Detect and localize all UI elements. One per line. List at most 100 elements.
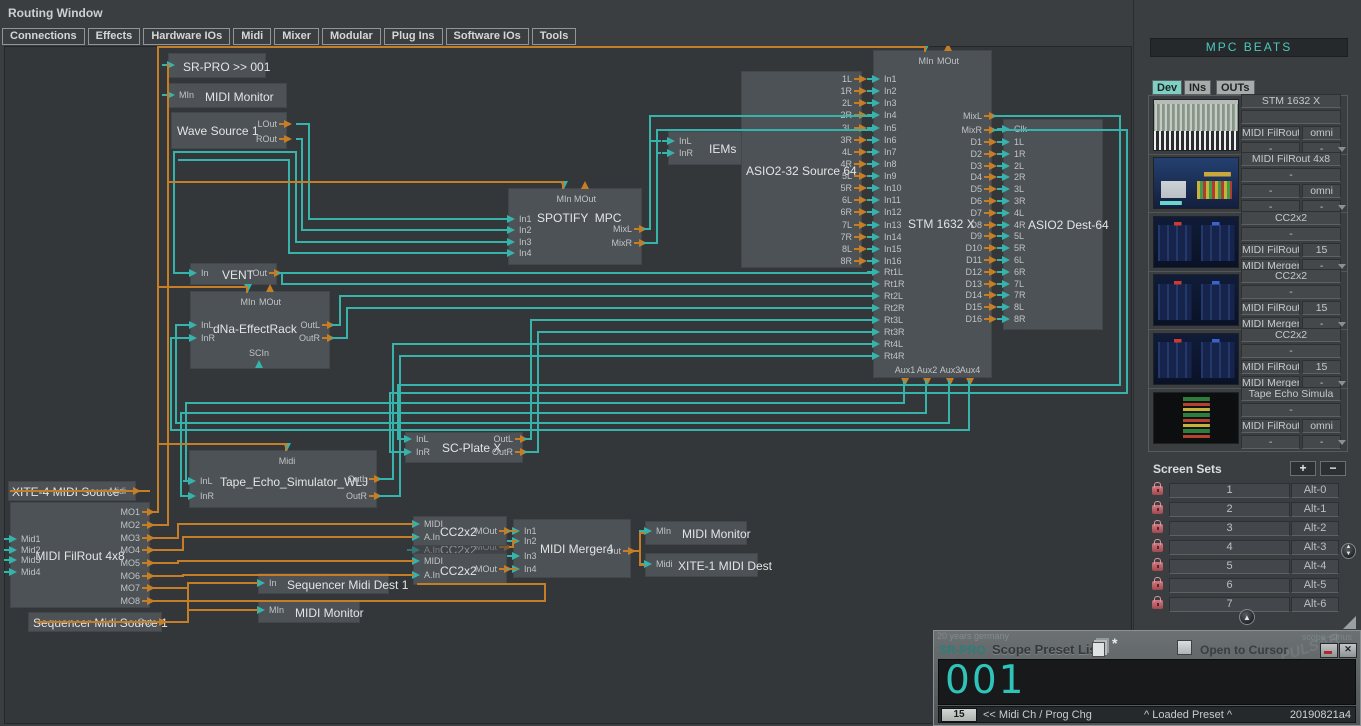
In3-port[interactable] (507, 238, 515, 246)
In6-port[interactable] (872, 136, 880, 144)
preset-list-icon[interactable] (1092, 642, 1105, 657)
InL-port[interactable] (189, 321, 197, 329)
device-thumbnail-cc2x2[interactable] (1153, 333, 1239, 385)
device-name-field[interactable]: STM 1632 X (1241, 94, 1341, 108)
screen-set-number[interactable]: 3 (1169, 521, 1290, 536)
device-thumbnail-tape[interactable] (1153, 392, 1239, 444)
3L-port[interactable] (859, 124, 867, 132)
menu-tab-midi[interactable]: Midi (233, 28, 271, 45)
Out-port[interactable] (274, 269, 282, 277)
2L-port[interactable] (1002, 162, 1010, 170)
In2-port[interactable] (512, 537, 520, 545)
device-name-field[interactable]: CC2x2 (1241, 269, 1341, 283)
In1-port[interactable] (507, 215, 515, 223)
module-midi-monitor-2[interactable]: MIDI MonitorMIn (645, 521, 747, 545)
In3-port[interactable] (512, 552, 520, 560)
D15-port[interactable] (989, 303, 997, 311)
menu-tab-modular[interactable]: Modular (322, 28, 381, 45)
menu-tab-connections[interactable]: Connections (2, 28, 85, 45)
module-midi-filrout-4x8[interactable]: MIDI FilRout 4x8Mid1Mid2Mid3Mid4MO1MO2MO… (10, 502, 150, 608)
5L-port[interactable] (859, 172, 867, 180)
row-expand-icon[interactable] (1338, 440, 1346, 445)
In1-port[interactable] (512, 527, 520, 535)
InL-port[interactable] (667, 137, 675, 145)
add-screen-set-button[interactable]: + (1290, 461, 1316, 476)
row-expand-icon[interactable] (1338, 147, 1346, 152)
MO8-port[interactable] (147, 597, 155, 605)
device-row[interactable]: CC2x2-MIDI FilRout15MIDI Merger- (1149, 272, 1347, 331)
D3-port[interactable] (989, 162, 997, 170)
1L-port[interactable] (1002, 138, 1010, 146)
D4-port[interactable] (989, 173, 997, 181)
module-asio2-dest-64[interactable]: ASIO2 Dest-64Clk1L1R2L2R3L3R4L4R5L5R6L6R… (1003, 119, 1103, 330)
row-expand-icon[interactable] (1338, 205, 1346, 210)
module-cc2x2-1[interactable]: CC2x2MIDIA.InMOut (413, 516, 507, 546)
lock-icon[interactable] (1152, 562, 1163, 571)
screen-set-shortcut[interactable]: Alt-0 (1291, 483, 1339, 498)
MOut-port[interactable] (266, 284, 274, 292)
MO7-port[interactable] (147, 584, 155, 592)
screen-set-row[interactable]: 4Alt-3 (1150, 538, 1350, 557)
In7-port[interactable] (872, 148, 880, 156)
Midi-port[interactable] (283, 443, 291, 451)
D6-port[interactable] (989, 197, 997, 205)
5R-port[interactable] (859, 184, 867, 192)
InR-port[interactable] (404, 448, 412, 456)
port-port[interactable] (167, 61, 175, 69)
row-expand-icon[interactable] (1338, 381, 1346, 386)
module-tape-echo-simulator[interactable]: Tape_Echo_Simulator_WLJMidiInLInROutLOut… (189, 450, 377, 508)
device-name-field[interactable]: CC2x2 (1241, 328, 1341, 342)
In3-port[interactable] (872, 99, 880, 107)
InR-port[interactable] (189, 334, 197, 342)
In12-port[interactable] (872, 208, 880, 216)
device-param-field[interactable]: 15 (1302, 243, 1341, 257)
In9-port[interactable] (872, 172, 880, 180)
resize-grip[interactable] (1343, 616, 1356, 629)
4L-port[interactable] (859, 148, 867, 156)
device-row[interactable]: MIDI FilRout 4x8--omni-- (1149, 155, 1347, 214)
Rt1L-port[interactable] (872, 268, 880, 276)
Aux2-port[interactable] (923, 378, 931, 386)
menu-tab-effects[interactable]: Effects (88, 28, 141, 45)
4R-port[interactable] (1002, 221, 1010, 229)
InR-port[interactable] (667, 149, 675, 157)
MO2-port[interactable] (147, 521, 155, 529)
In4-port[interactable] (512, 565, 520, 573)
lock-icon[interactable] (1152, 524, 1163, 533)
device-name-field[interactable]: CC2x2 (1241, 211, 1341, 225)
7R-port[interactable] (1002, 291, 1010, 299)
In13-port[interactable] (872, 221, 880, 229)
device-param-field[interactable]: omni (1302, 126, 1341, 140)
Rt4R-port[interactable] (872, 352, 880, 360)
screen-set-number[interactable]: 5 (1169, 559, 1290, 574)
Mid2-port[interactable] (9, 546, 17, 554)
3L-port[interactable] (1002, 185, 1010, 193)
module-xite-4-midi-source[interactable]: XITE-4 MIDI SourceMidi (8, 481, 136, 501)
row-expand-icon[interactable] (1338, 322, 1346, 327)
screen-set-number[interactable]: 7 (1169, 597, 1290, 612)
module-wave-source-1[interactable]: Wave Source 1LOutROut (171, 112, 287, 149)
device-route-field[interactable]: - (1241, 435, 1300, 449)
screen-set-row[interactable]: 2Alt-1 (1150, 500, 1350, 519)
device-route-field[interactable]: MIDI FilRout (1241, 126, 1300, 140)
Aux1-port[interactable] (901, 378, 909, 386)
OutL-port[interactable] (520, 435, 528, 443)
device-route-field[interactable]: MIDI FilRout (1241, 301, 1300, 315)
menu-tab-software-ios[interactable]: Software IOs (446, 28, 529, 45)
7L-port[interactable] (1002, 280, 1010, 288)
8L-port[interactable] (859, 245, 867, 253)
In14-port[interactable] (872, 233, 880, 241)
3R-port[interactable] (859, 136, 867, 144)
screen-set-shortcut[interactable]: Alt-1 (1291, 502, 1339, 517)
OutL-port[interactable] (374, 475, 382, 483)
device-name-field[interactable]: Tape Echo Simula (1241, 387, 1341, 401)
lock-icon[interactable] (1152, 505, 1163, 514)
In4-port[interactable] (507, 249, 515, 257)
module-xite-1-midi-dest[interactable]: XITE-1 MIDI DestMidi (645, 553, 758, 577)
module-sequencer-midi-dest-1[interactable]: Sequencer Midi Dest 1In (258, 573, 389, 594)
4L-port[interactable] (1002, 209, 1010, 217)
device-name-field[interactable]: MIDI FilRout 4x8 (1241, 152, 1341, 166)
device-row[interactable]: CC2x2-MIDI FilRout15MIDI Merger- (1149, 330, 1347, 389)
device-param-field[interactable]: omni (1302, 184, 1341, 198)
screen-set-row[interactable]: 6Alt-5 (1150, 576, 1350, 595)
